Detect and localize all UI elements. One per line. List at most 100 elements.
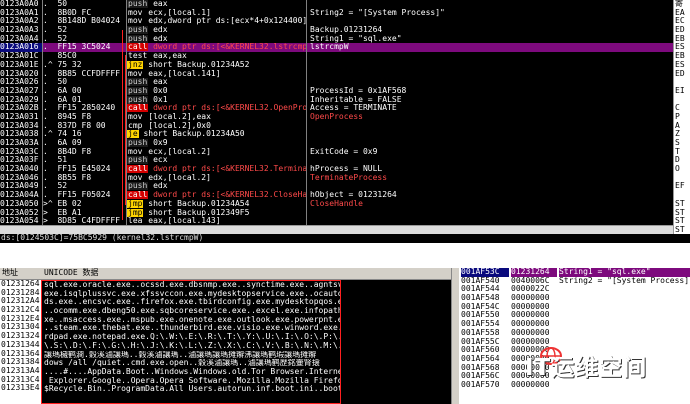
register-label[interactable]: EB: [674, 52, 690, 61]
disasm-instruction[interactable]: jmp short Backup.012349F5: [127, 208, 307, 218]
disasm-address[interactable]: 0123A049: [0, 182, 42, 191]
disasm-address[interactable]: 0123A054: [0, 217, 42, 225]
stack-row[interactable]: 001AF544 0000022C: [459, 285, 690, 294]
stack-row[interactable]: 001AF554 00000000: [459, 320, 690, 329]
disasm-bytes[interactable]: . FF15 2850240: [43, 104, 127, 113]
disasm-address[interactable]: 0123A020: [0, 70, 42, 79]
register-label[interactable]: A: [674, 122, 690, 131]
dump-address[interactable]: 012312C4: [0, 306, 41, 315]
disasm-instruction[interactable]: push 0x0: [127, 86, 307, 96]
disasm-address[interactable]: 0123A03C: [0, 148, 42, 157]
register-label[interactable]: ED: [674, 70, 690, 79]
stack-row[interactable]: 001AF540 0040006C String2 = "[System Proce…: [459, 277, 690, 286]
stack-row[interactable]: 001AF558 00000000: [459, 329, 690, 338]
disasm-bytes[interactable]: . 50: [43, 0, 127, 9]
disasm-address[interactable]: 0123A02B: [0, 104, 42, 113]
disasm-bytes[interactable]: . 8B4D F8: [43, 148, 127, 157]
disasm-instruction[interactable]: push edx: [127, 34, 307, 44]
dump-text-row[interactable]: rdpad.exe.notepad.exe.Q:\.W:\.E:\.R:\.T:…: [42, 333, 340, 342]
disasm-instruction[interactable]: call dword ptr ds:[<&KERNEL32.OpenProce: [127, 104, 307, 113]
disasm-instruction[interactable]: push 0x9: [127, 139, 307, 148]
disasm-instruction[interactable]: je short Backup.01234A50: [127, 130, 307, 139]
disasm-instruction[interactable]: mov ecx,[local.1]: [127, 9, 307, 18]
disasm-bytes[interactable]: . 52: [43, 35, 127, 44]
dump-address[interactable]: 01231364: [0, 350, 41, 359]
dump-text-row[interactable]: xe..msaccess.exe..mspub.exe.onenote.exe.…: [42, 316, 340, 325]
register-label[interactable]: Z: [674, 130, 690, 139]
register-label[interactable]: ES: [674, 61, 690, 70]
register-label[interactable]: 寄: [674, 0, 690, 9]
disasm-bytes[interactable]: > EB A1: [43, 209, 127, 218]
disasm-bytes[interactable]: . 8B0D FC: [43, 9, 127, 18]
disasm-address[interactable]: 0123A027: [0, 87, 42, 96]
disasm-instruction[interactable]: call dword ptr ds:[<&KERNEL32.CloseHand: [127, 191, 307, 200]
disasm-instruction[interactable]: test eax,eax: [127, 52, 307, 61]
disasm-bytes[interactable]: 85C0: [43, 52, 127, 61]
dump-address[interactable]: 01231324: [0, 332, 41, 341]
disasm-bytes[interactable]: . 6A 00: [43, 87, 127, 96]
disasm-bytes[interactable]: . FF15 3C5024: [43, 43, 127, 53]
disasm-bytes[interactable]: . 8B55 F8: [43, 174, 127, 183]
disasm-bytes[interactable]: . 52: [43, 182, 127, 191]
dump-address[interactable]: 012313E4: [0, 384, 41, 393]
disasm-bytes[interactable]: . FF15 F05024: [43, 191, 127, 200]
disasm-address[interactable]: 0123A046: [0, 174, 42, 183]
disasm-bytes[interactable]: . 8B148D B04024: [43, 17, 127, 26]
disasm-address[interactable]: 0123A029: [0, 96, 42, 105]
stack-row[interactable]: 001AF548 00000000: [459, 294, 690, 303]
dump-unicode-data[interactable]: sql.exe.oracle.exe..ocssd.exe.dbsnmp.exe…: [41, 280, 341, 404]
dump-text-row[interactable]: ds.exe..encsvc.exe..firefox.exe.tbirdcon…: [42, 298, 340, 307]
disasm-bytes[interactable]: . 837D F8 00: [43, 122, 127, 131]
disasm-bytes[interactable]: . 52: [43, 26, 127, 35]
register-label[interactable]: ST: [674, 217, 690, 226]
dump-col-unicode[interactable]: UNICODE 数据: [44, 268, 99, 278]
disasm-instruction[interactable]: push edx: [127, 182, 307, 191]
disasm-address[interactable]: 0123A0A4: [0, 35, 42, 44]
disasm-address[interactable]: 0123A0A1: [0, 9, 42, 18]
disasm-instruction[interactable]: push eax: [127, 78, 307, 87]
dump-text-row[interactable]: ..steam.exe.thebat.exe..thunderbird.exe.…: [42, 324, 340, 333]
register-label[interactable]: EI: [674, 87, 690, 96]
disasm-instruction[interactable]: lea eax,[local.143]: [127, 217, 307, 225]
disasm-instruction[interactable]: push edx: [127, 26, 307, 35]
register-label[interactable]: [674, 191, 690, 200]
disasm-instruction[interactable]: mov edx,[local.2]: [127, 174, 307, 183]
dump-text-row[interactable]: exe.isqlplussvc.exe.xfssvccon.exe.mydesk…: [42, 290, 340, 299]
disasm-bytes[interactable]: . 51: [43, 156, 127, 165]
register-label[interactable]: ST: [674, 226, 690, 234]
register-label[interactable]: P: [674, 113, 690, 122]
register-label[interactable]: [674, 174, 690, 183]
disasm-bytes[interactable]: . 6A 09: [43, 139, 127, 148]
disasm-address[interactable]: 0123A0A2: [0, 17, 42, 26]
disasm-bytes[interactable]: .^ 74 16: [43, 130, 127, 139]
dump-text-row[interactable]: ..ocomm.exe.dbeng50.exe.sqbcoreservice.e…: [42, 307, 340, 316]
dump-address[interactable]: 01231284: [0, 289, 41, 298]
dump-text-row[interactable]: \.S:\.D:\.F:\.G:\.H:\.J:\.K:\.L:\.Z:\.X:…: [42, 342, 340, 351]
disasm-bytes[interactable]: . 8945 F8: [43, 113, 127, 122]
register-label[interactable]: EA: [674, 9, 690, 18]
disasm-address[interactable]: 0123A052: [0, 209, 42, 218]
dump-address[interactable]: 01231344: [0, 341, 41, 350]
stack-row[interactable]: 001AF550 00000000: [459, 311, 690, 320]
disasm-instruction[interactable]: call dword ptr ds:[<&KERNEL32.lstrcmpW>]: [127, 43, 307, 53]
disasm-address[interactable]: 0123A040: [0, 165, 42, 174]
disasm-address[interactable]: 0123A016: [0, 43, 42, 53]
register-label[interactable]: S: [674, 139, 690, 148]
disasm-bytes[interactable]: . FF15 E45024: [43, 165, 127, 174]
disasm-instruction[interactable]: push eax: [127, 0, 307, 9]
register-label[interactable]: ST: [674, 209, 690, 218]
dump-text-row[interactable]: 讓瑪穢鹤澗.穀溪滷讓瑪..穀溪滷讓瑪..滷讓瑪讓瑪摊辮沸讓瑪鹤瑕讓瑪摊辮: [42, 351, 340, 360]
disasm-address[interactable]: 0123A01E: [0, 61, 42, 70]
disasm-address[interactable]: 0123A034: [0, 122, 42, 131]
dump-text-row[interactable]: Explorer.Google..Opera.Opera Software..M…: [42, 377, 340, 386]
register-label[interactable]: O: [674, 165, 690, 174]
disasm-address[interactable]: 0123A0A0: [0, 0, 42, 9]
disasm-instruction[interactable]: jnz short Backup.01234A52: [127, 60, 307, 70]
disasm-address[interactable]: 0123A01C: [0, 52, 42, 61]
disasm-instruction[interactable]: cmp [local.2],0x0: [127, 122, 307, 131]
disasm-bytes[interactable]: . 6A 01: [43, 96, 127, 105]
disasm-address[interactable]: 0123A03A: [0, 139, 42, 148]
register-label[interactable]: EC: [674, 17, 690, 26]
disasm-address[interactable]: 0123A038: [0, 130, 42, 139]
disasm-bytes[interactable]: .^ 75 32: [43, 61, 127, 70]
